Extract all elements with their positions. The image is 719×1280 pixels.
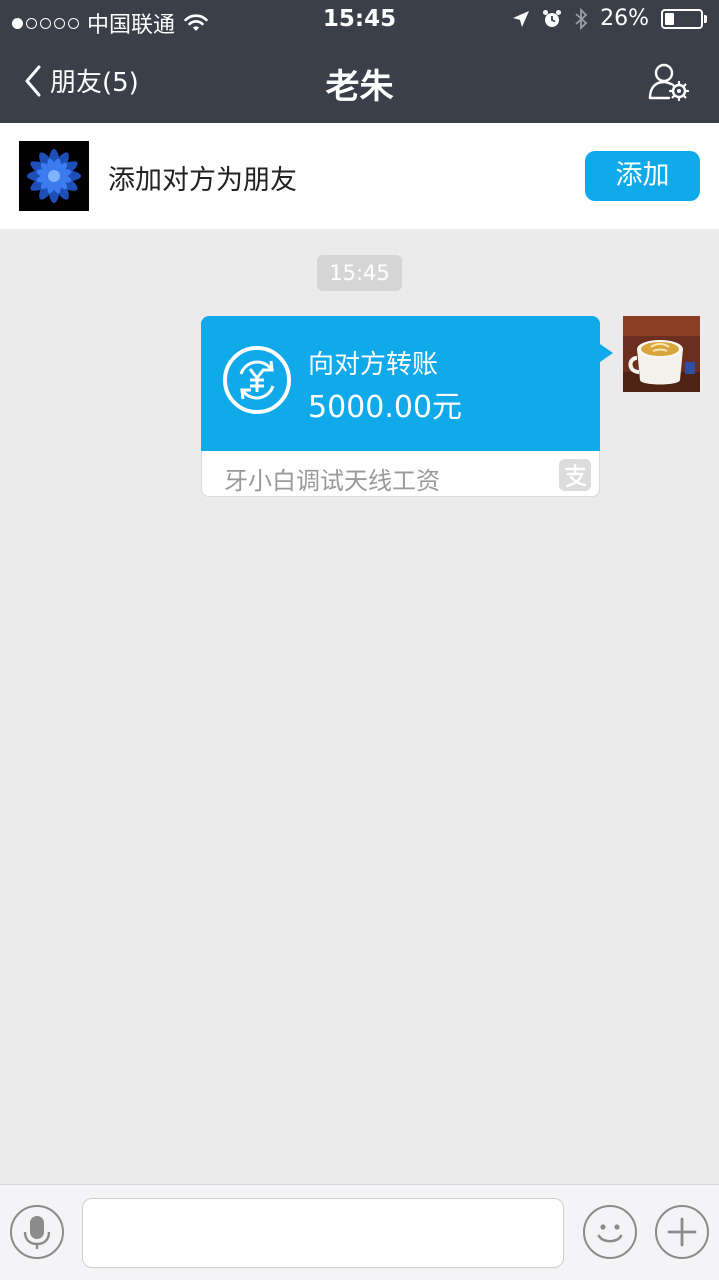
flower-image-icon — [19, 141, 89, 211]
transfer-message-bubble[interactable]: 向对方转账 5000.00元 牙小白调试天线工资 — [201, 316, 613, 497]
transfer-card-header: 向对方转账 5000.00元 — [201, 316, 600, 451]
bluetooth-icon — [575, 7, 588, 30]
microphone-icon — [23, 1216, 51, 1249]
status-bar: 中国联通 15:45 26% — [0, 0, 719, 40]
transfer-card-footer: 牙小白调试天线工资 — [201, 451, 600, 497]
top-bar: 中国联通 15:45 26% 朋友(5) 老朱 — [0, 0, 719, 123]
transfer-yuan-icon — [223, 346, 291, 414]
plus-icon — [667, 1217, 697, 1247]
add-friend-prompt: 添加对方为朋友 — [108, 165, 297, 196]
alarm-icon — [543, 9, 562, 27]
transfer-memo: 牙小白调试天线工资 — [224, 467, 440, 495]
transfer-amount: 5000.00元 — [308, 390, 463, 425]
battery-icon — [661, 8, 707, 29]
voice-button[interactable] — [10, 1205, 64, 1259]
status-right: 26% — [512, 6, 707, 31]
transfer-title: 向对方转账 — [308, 350, 439, 380]
battery-percent: 26% — [600, 6, 649, 31]
location-arrow-icon — [513, 10, 530, 27]
more-button[interactable] — [655, 1205, 709, 1259]
navigation-bar: 朋友(5) 老朱 — [0, 40, 719, 123]
coffee-cup-image-icon — [623, 316, 700, 392]
alipay-icon — [559, 459, 591, 491]
bubble-tail — [600, 344, 613, 362]
message-input[interactable] — [82, 1198, 564, 1268]
emoji-button[interactable] — [583, 1205, 637, 1259]
contact-avatar[interactable] — [19, 141, 89, 211]
add-friend-button[interactable]: 添加 — [585, 151, 700, 201]
my-avatar[interactable] — [623, 316, 700, 392]
add-friend-banner: 添加对方为朋友 添加 — [0, 123, 719, 229]
smiley-icon — [597, 1224, 623, 1243]
input-bar — [0, 1184, 719, 1280]
chat-title: 老朱 — [325, 67, 394, 107]
profile-settings-icon[interactable] — [647, 60, 689, 102]
message-timestamp: 15:45 — [317, 255, 402, 291]
